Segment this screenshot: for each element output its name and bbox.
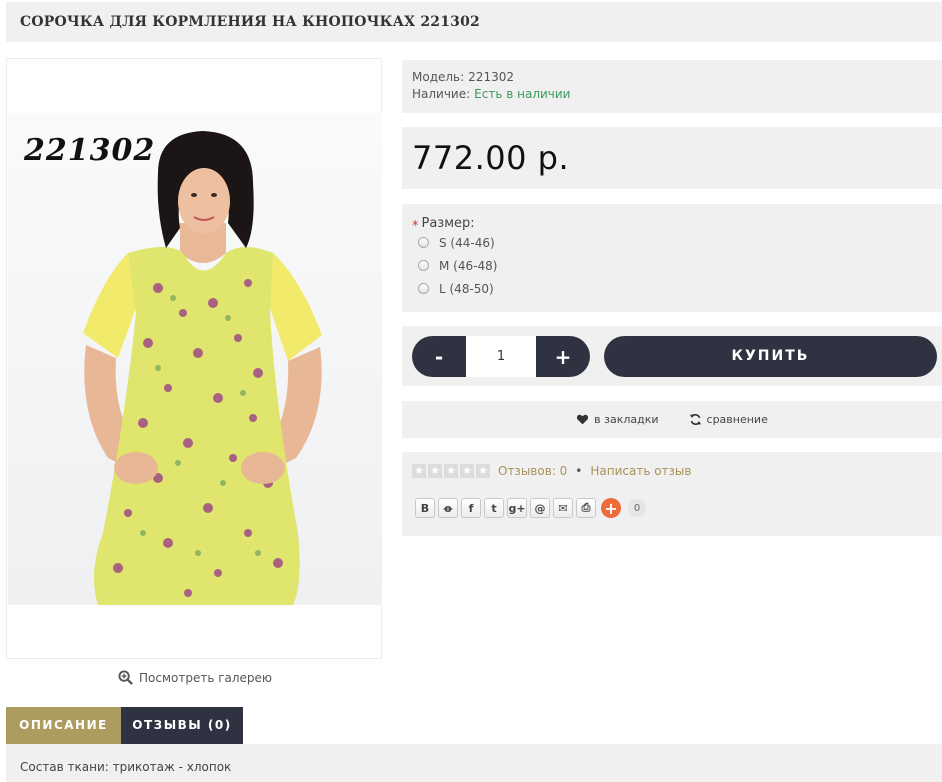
product-tabs: ОПИСАНИЕ ОТЗЫВЫ (0) [6,707,243,744]
image-model-code: 221302 [24,133,156,168]
model-value: 221302 [468,70,514,84]
model-label: Модель: [412,70,465,84]
star-icon: ★ [428,464,442,478]
page-title: СОРОЧКА ДЛЯ КОРМЛЕНИЯ НА КНОПОЧКАХ 22130… [20,14,480,30]
model-row: Модель: 221302 [412,69,932,86]
heart-icon [577,414,589,425]
twitter-icon[interactable]: t [484,498,504,518]
facebook-icon[interactable]: f [461,498,481,518]
size-option-m[interactable]: M (46-48) [412,254,932,277]
decrease-quantity-button[interactable]: - [412,336,466,377]
required-mark: * [412,219,419,234]
model-info-panel: Модель: 221302 Наличие: Есть в наличии [402,60,942,113]
buy-button[interactable]: КУПИТЬ [604,336,937,377]
email-icon[interactable]: ✉ [553,498,573,518]
share-buttons: В ꝋ f t g+ @ ✉ ⎙ + 0 [412,498,932,518]
size-radio-s[interactable] [418,237,429,248]
wishlist-compare-panel: в закладки сравнение [402,401,942,438]
share-counter: 0 [628,499,646,517]
wishlist-label: в закладки [594,413,659,426]
rating-stars: ★ ★ ★ ★ ★ [412,464,490,478]
view-gallery-label: Посмотреть галерею [139,670,273,685]
description-content: Состав ткани: трикотаж - хлопок [6,744,942,782]
separator-dot: • [575,464,583,478]
product-title-bar: СОРОЧКА ДЛЯ КОРМЛЕНИЯ НА КНОПОЧКАХ 22130… [6,2,942,42]
reviews-share-panel: ★ ★ ★ ★ ★ Отзывов: 0 • Написать отзыв В … [402,452,942,536]
product-image-box[interactable]: 221302 [6,58,382,659]
size-option-s[interactable]: S (44-46) [412,231,932,254]
product-photo-illustration [83,131,322,605]
product-price: 772.00 р. [412,139,570,177]
mail-ru-icon[interactable]: @ [530,498,550,518]
size-radio-l[interactable] [418,283,429,294]
add-to-compare-link[interactable]: сравнение [689,413,768,426]
odnoklassniki-icon[interactable]: ꝋ [438,498,458,518]
tab-description[interactable]: ОПИСАНИЕ [6,707,121,744]
purchase-panel: - 1 + КУПИТЬ [402,326,942,386]
rating-row: ★ ★ ★ ★ ★ Отзывов: 0 • Написать отзыв [412,464,932,478]
size-option-label: L (48-50) [439,281,494,296]
refresh-icon [689,414,701,425]
size-option-l[interactable]: L (48-50) [412,277,932,300]
compare-label: сравнение [706,413,768,426]
size-radio-m[interactable] [418,260,429,271]
stock-row: Наличие: Есть в наличии [412,86,932,103]
tab-reviews[interactable]: ОТЗЫВЫ (0) [121,707,243,744]
star-icon: ★ [444,464,458,478]
star-icon: ★ [476,464,490,478]
quantity-stepper: - 1 + [412,336,590,377]
print-icon[interactable]: ⎙ [576,498,596,518]
view-gallery-link[interactable]: Посмотреть галерею [118,670,272,685]
zoom-in-icon [118,670,133,685]
stock-label: Наличие: [412,87,471,101]
vk-icon[interactable]: В [415,498,435,518]
quantity-input[interactable]: 1 [466,336,536,377]
size-option-label: S (44-46) [439,235,495,250]
increase-quantity-button[interactable]: + [536,336,590,377]
size-label: Размер: [421,216,475,231]
size-heading: * Размер: [412,216,932,234]
star-icon: ★ [460,464,474,478]
add-to-wishlist-link[interactable]: в закладки [576,413,659,426]
google-plus-icon[interactable]: g+ [507,498,527,518]
price-panel: 772.00 р. [402,127,942,189]
stock-status: Есть в наличии [474,87,571,101]
reviews-count-link[interactable]: Отзывов: 0 [498,464,567,478]
size-options-panel: * Размер: S (44-46) M (46-48) L (48-50) [402,204,942,312]
product-photo[interactable]: 221302 [8,113,382,605]
star-icon: ★ [412,464,426,478]
size-option-label: M (46-48) [439,258,498,273]
write-review-link[interactable]: Написать отзыв [590,464,691,478]
more-share-button[interactable]: + [601,498,621,518]
